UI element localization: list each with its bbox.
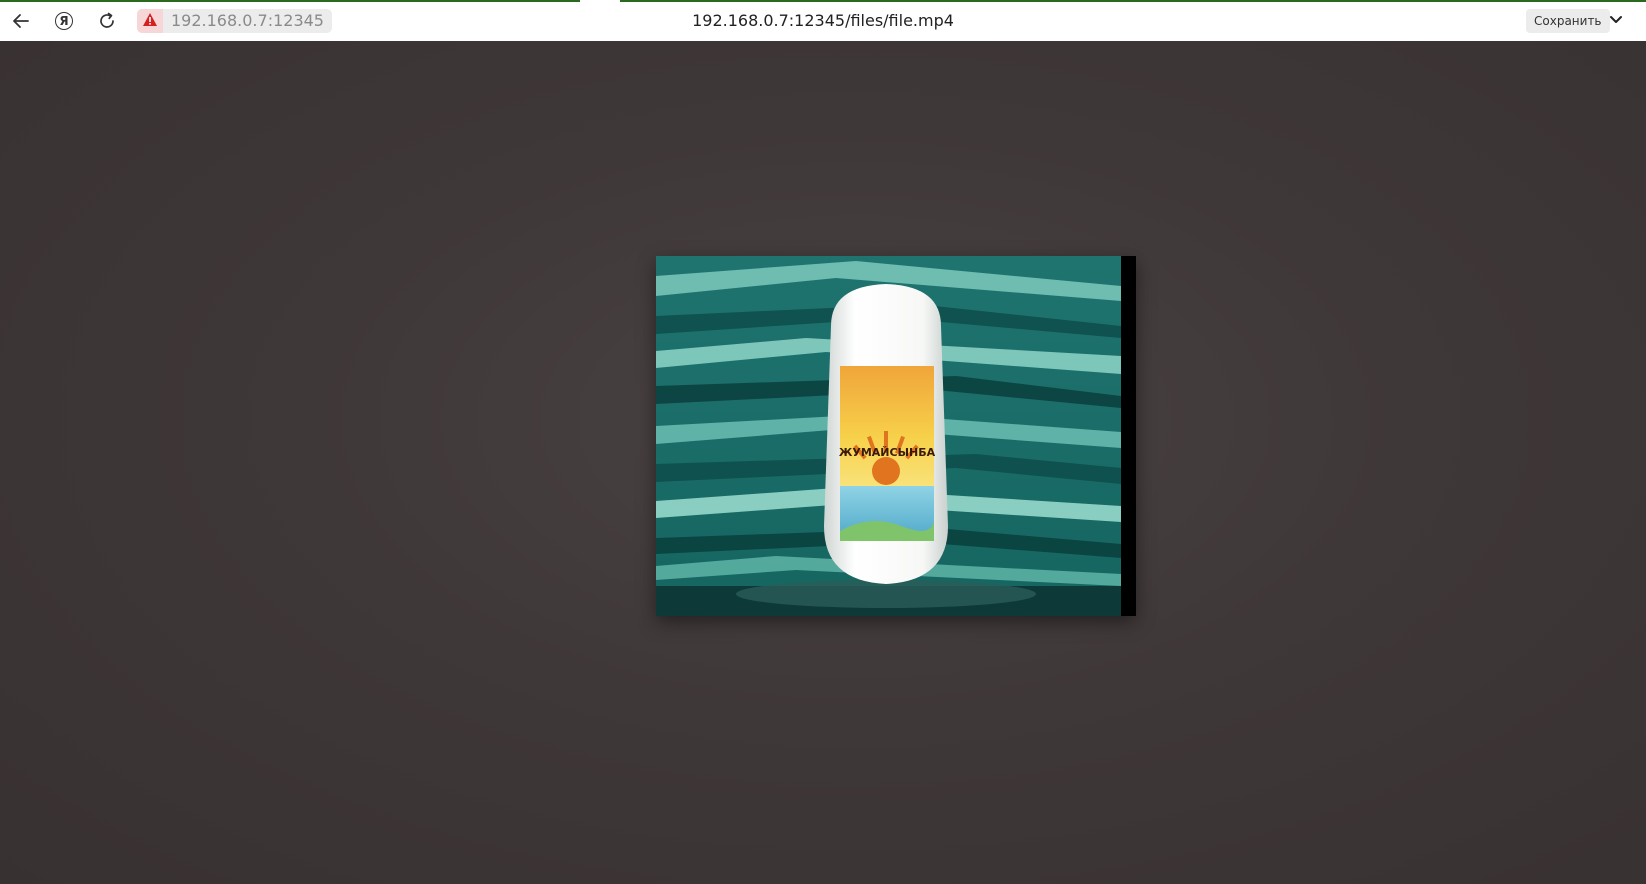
security-warning[interactable] bbox=[137, 9, 163, 33]
browser-toolbar: Я 192.168.0.7:12345 192.168.0.7:12345/fi… bbox=[0, 0, 1646, 41]
reload-icon bbox=[97, 11, 117, 31]
reload-button[interactable] bbox=[93, 7, 121, 35]
loading-progress bbox=[0, 0, 1646, 2]
chevron-down-icon bbox=[1608, 11, 1624, 31]
menu-button[interactable] bbox=[1604, 9, 1628, 33]
product-label: ЖУМАЙСЫНБА bbox=[839, 446, 936, 459]
progress-segment bbox=[0, 0, 580, 2]
address-host[interactable]: 192.168.0.7:12345 bbox=[163, 9, 332, 33]
save-button[interactable]: Сохранить bbox=[1526, 9, 1610, 33]
video-frame: ЖУМАЙСЫНБА bbox=[656, 256, 1136, 616]
warning-triangle-icon bbox=[142, 12, 158, 31]
media-viewport: ЖУМАЙСЫНБА bbox=[0, 41, 1646, 884]
progress-segment bbox=[620, 0, 1646, 2]
address-bar[interactable]: 192.168.0.7:12345 bbox=[137, 9, 332, 33]
back-button[interactable] bbox=[7, 7, 35, 35]
yandex-button[interactable]: Я bbox=[50, 7, 78, 35]
yandex-logo-icon: Я bbox=[55, 12, 73, 30]
arrow-left-icon bbox=[11, 11, 31, 31]
video-player[interactable]: ЖУМАЙСЫНБА bbox=[656, 256, 1136, 616]
